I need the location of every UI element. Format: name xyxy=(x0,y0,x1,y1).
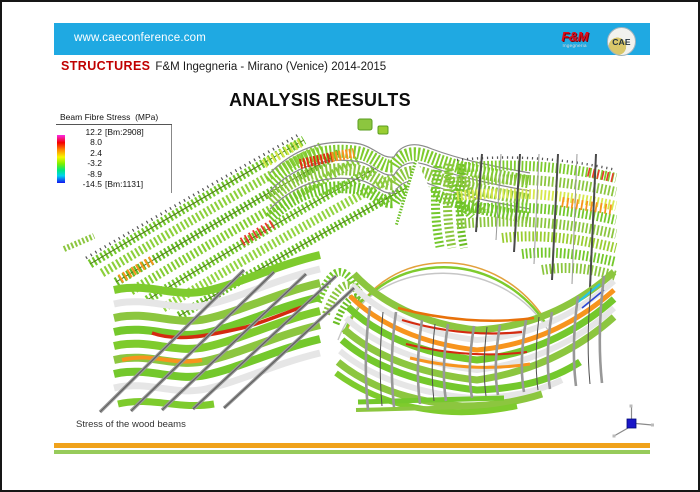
axis-triad xyxy=(613,405,655,438)
caption: Stress of the wood beams xyxy=(76,419,186,430)
footer-stripe-green xyxy=(54,450,650,454)
slide-frame: www.caeconference.com F&M Ingegneria CAE… xyxy=(0,0,700,492)
right-roof-bands xyxy=(457,154,616,288)
ridge-bands xyxy=(270,119,530,218)
footer-stripe-orange xyxy=(54,443,650,448)
roof-fold-bands xyxy=(435,164,464,248)
